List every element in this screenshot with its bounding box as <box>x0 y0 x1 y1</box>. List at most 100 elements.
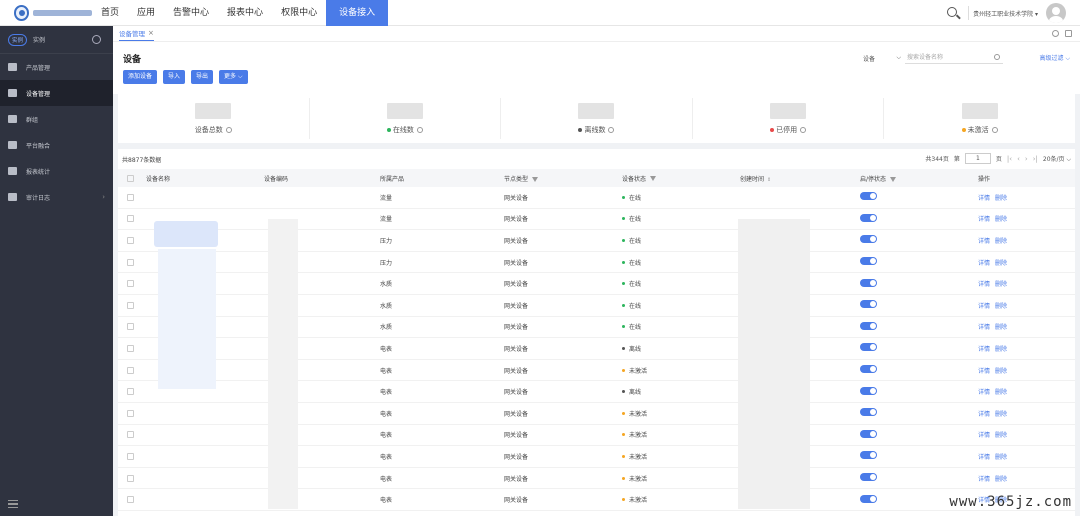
detail-link[interactable]: 详情 <box>978 454 990 461</box>
row-checkbox[interactable] <box>126 388 134 396</box>
help-icon[interactable] <box>608 126 615 133</box>
detail-link[interactable]: 详情 <box>978 260 990 267</box>
row-checkbox[interactable] <box>126 431 134 439</box>
col-node-type[interactable]: 节点类型 <box>504 174 622 183</box>
nav-item[interactable]: 应用 <box>128 0 164 26</box>
detail-link[interactable]: 详情 <box>978 324 990 331</box>
delete-link[interactable]: 删除 <box>995 476 1007 483</box>
enable-toggle[interactable] <box>860 408 877 417</box>
delete-link[interactable]: 删除 <box>995 432 1007 439</box>
enable-toggle[interactable] <box>860 300 877 309</box>
filter-icon[interactable] <box>890 176 897 182</box>
detail-link[interactable]: 详情 <box>978 389 990 396</box>
delete-link[interactable]: 删除 <box>995 454 1007 461</box>
filter-icon[interactable] <box>650 175 657 181</box>
enable-toggle[interactable] <box>860 494 877 503</box>
page-input[interactable]: 1 <box>964 153 991 164</box>
add-device-button[interactable]: 添加设备 <box>123 70 158 84</box>
tab-device-management[interactable]: 设备管理 × <box>119 26 154 41</box>
detail-link[interactable]: 详情 <box>978 411 990 418</box>
detail-link[interactable]: 详情 <box>978 238 990 245</box>
enable-toggle[interactable] <box>860 278 877 287</box>
avatar[interactable] <box>1046 3 1066 23</box>
sort-icon[interactable]: ⇕ <box>767 177 771 183</box>
delete-link[interactable]: 删除 <box>995 303 1007 310</box>
enable-toggle[interactable] <box>860 386 877 395</box>
col-status[interactable]: 设备状态 <box>622 174 740 183</box>
col-enabled[interactable]: 启/停状态 <box>860 174 978 183</box>
help-icon[interactable] <box>416 126 423 133</box>
sidebar-item[interactable]: 平台融合 <box>0 132 113 158</box>
delete-link[interactable]: 删除 <box>995 324 1007 331</box>
nav-item[interactable]: 设备接入 <box>326 0 389 26</box>
enable-toggle[interactable] <box>860 343 877 352</box>
search-field-select[interactable]: 设备 ⌵ <box>863 54 901 63</box>
delete-link[interactable]: 删除 <box>995 346 1007 353</box>
row-checkbox[interactable] <box>126 258 134 266</box>
search-input[interactable]: 搜索设备名称 <box>905 52 1003 64</box>
refresh-icon[interactable] <box>1052 30 1059 37</box>
delete-link[interactable]: 删除 <box>995 260 1007 267</box>
detail-link[interactable]: 详情 <box>978 432 990 439</box>
sidebar-item[interactable]: 设备管理 <box>0 80 113 106</box>
enable-toggle[interactable] <box>860 235 877 244</box>
row-checkbox[interactable] <box>126 366 134 374</box>
export-button[interactable]: 导出 <box>191 70 214 84</box>
enable-toggle[interactable] <box>860 365 877 374</box>
first-page-icon[interactable]: |‹ <box>1007 155 1012 163</box>
close-icon[interactable]: × <box>148 29 154 37</box>
delete-link[interactable]: 删除 <box>995 389 1007 396</box>
row-checkbox[interactable] <box>126 215 134 223</box>
nav-item[interactable]: 告警中心 <box>164 0 218 26</box>
row-checkbox[interactable] <box>126 344 134 352</box>
row-checkbox[interactable] <box>126 474 134 482</box>
advanced-filter-link[interactable]: 高级过滤 ⌵ <box>1040 53 1070 63</box>
help-icon[interactable] <box>800 126 807 133</box>
row-checkbox[interactable] <box>126 409 134 417</box>
sidebar-item[interactable]: 报表统计 <box>0 158 113 184</box>
delete-link[interactable]: 删除 <box>995 238 1007 245</box>
prev-page-icon[interactable]: ‹ <box>1017 155 1020 163</box>
help-icon[interactable] <box>225 126 232 133</box>
row-checkbox[interactable] <box>126 496 134 504</box>
detail-link[interactable]: 详情 <box>978 368 990 375</box>
nav-item[interactable]: 权限中心 <box>272 0 326 26</box>
enable-toggle[interactable] <box>860 451 877 460</box>
delete-link[interactable]: 删除 <box>995 195 1007 202</box>
last-page-icon[interactable]: ›| <box>1033 155 1038 163</box>
sidebar-item[interactable]: 审计日志 › <box>0 184 113 210</box>
compass-icon[interactable] <box>92 35 101 44</box>
search-icon[interactable] <box>994 54 1000 60</box>
enable-toggle[interactable] <box>860 192 877 201</box>
enable-toggle[interactable] <box>860 321 877 330</box>
import-button[interactable]: 导入 <box>163 70 186 84</box>
enable-toggle[interactable] <box>860 473 877 482</box>
collapse-menu-icon[interactable] <box>8 500 18 508</box>
sidebar-item[interactable]: 群组 <box>0 106 113 132</box>
detail-link[interactable]: 详情 <box>978 346 990 353</box>
detail-link[interactable]: 详情 <box>978 476 990 483</box>
nav-item[interactable]: 报表中心 <box>218 0 272 26</box>
delete-link[interactable]: 删除 <box>995 216 1007 223</box>
page-size-select[interactable]: 20条/页 ⌵ <box>1043 154 1071 164</box>
enable-toggle[interactable] <box>860 213 877 222</box>
col-created[interactable]: 创建时间 ⇕ <box>740 174 860 183</box>
row-checkbox[interactable] <box>126 236 134 244</box>
more-button[interactable]: 更多 ⌵ <box>219 70 248 84</box>
filter-icon[interactable] <box>532 176 539 182</box>
search-icon[interactable] <box>942 0 964 26</box>
enable-toggle[interactable] <box>860 429 877 438</box>
detail-link[interactable]: 详情 <box>978 195 990 202</box>
next-page-icon[interactable]: › <box>1025 155 1028 163</box>
detail-link[interactable]: 详情 <box>978 216 990 223</box>
row-checkbox[interactable] <box>126 452 134 460</box>
sidebar-item[interactable]: 产品管理 <box>0 54 113 80</box>
delete-link[interactable]: 删除 <box>995 368 1007 375</box>
fullscreen-icon[interactable] <box>1065 30 1072 37</box>
delete-link[interactable]: 删除 <box>995 281 1007 288</box>
enable-toggle[interactable] <box>860 257 877 266</box>
row-checkbox[interactable] <box>126 323 134 331</box>
help-icon[interactable] <box>991 126 998 133</box>
detail-link[interactable]: 详情 <box>978 303 990 310</box>
select-all-checkbox[interactable] <box>126 174 134 182</box>
